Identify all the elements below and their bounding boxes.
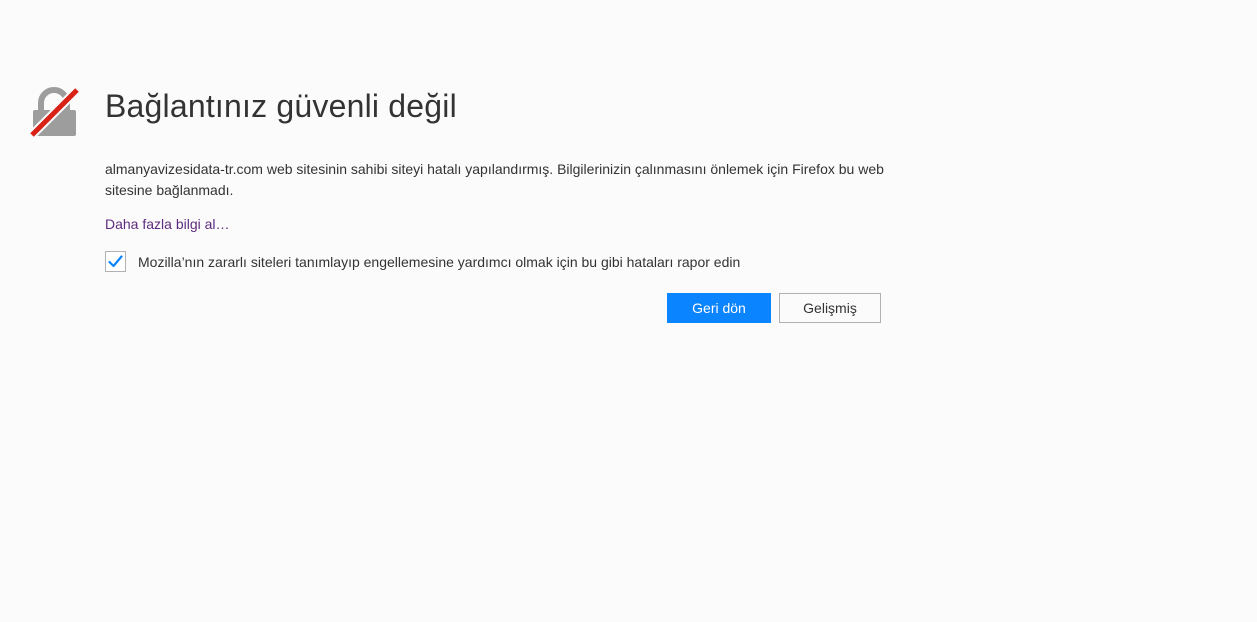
error-page: Bağlantınız güvenli değil almanyavizesid… [0,0,1257,622]
go-back-button[interactable]: Geri dön [667,293,771,323]
page-title: Bağlantınız güvenli değil [105,88,457,124]
broken-lock-icon [28,86,81,140]
error-description: almanyavizesidata-tr.com web sitesinin s… [105,161,884,198]
advanced-button[interactable]: Gelişmiş [779,293,881,323]
learn-more-link[interactable]: Daha fazla bilgi al… [105,216,230,232]
report-errors-row: Mozilla’nın zararlı siteleri tanımlayıp … [105,251,740,272]
checkmark-icon [108,255,123,268]
report-errors-label: Mozilla’nın zararlı siteleri tanımlayıp … [138,253,741,270]
report-errors-checkbox[interactable] [105,251,126,272]
